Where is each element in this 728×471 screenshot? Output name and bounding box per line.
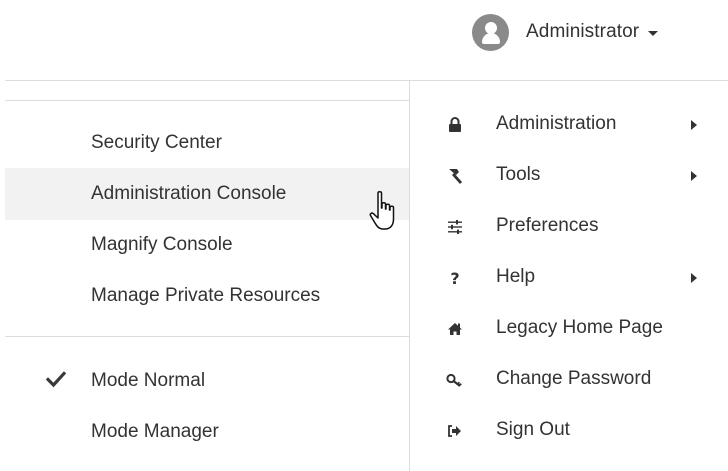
menu-item-change-password[interactable]: Change Password	[410, 355, 728, 407]
menu-item-sign-out[interactable]: Sign Out	[410, 406, 728, 458]
hammer-icon	[443, 164, 467, 188]
question-icon: ?	[450, 268, 460, 288]
key-icon	[443, 368, 467, 392]
lock-icon	[443, 113, 467, 137]
user-avatar-icon	[472, 13, 509, 51]
chevron-right-icon	[691, 171, 697, 181]
menu-item-label: Administration	[496, 113, 617, 134]
menu-item-label: Preferences	[496, 215, 599, 236]
sliders-icon	[443, 215, 467, 239]
submenu-item-security-center[interactable]: Security Center	[5, 117, 409, 169]
administration-submenu: Security Center Administration Console M…	[5, 100, 409, 471]
submenu-item-administration-console[interactable]: Administration Console	[5, 168, 409, 220]
submenu-item-label: Administration Console	[91, 183, 287, 204]
chevron-right-icon	[691, 120, 697, 130]
caret-down-icon	[648, 30, 659, 36]
submenu-item-mode-normal[interactable]: Mode Normal	[5, 355, 409, 407]
submenu-item-label: Manage Private Resources	[91, 285, 321, 306]
submenu-item-magnify-console[interactable]: Magnify Console	[5, 219, 409, 271]
submenu-item-mode-manager[interactable]: Mode Manager	[5, 406, 409, 458]
user-name: Administrator	[526, 21, 640, 42]
menu-item-label: Tools	[496, 164, 541, 185]
sign-out-icon	[443, 419, 467, 443]
submenu-item-label: Mode Normal	[91, 370, 206, 391]
menu-item-label: Change Password	[496, 368, 652, 389]
user-menu-toggle[interactable]: Administrator	[466, 8, 716, 56]
chevron-right-icon	[691, 273, 697, 283]
menu-item-label: Help	[496, 266, 536, 287]
menu-item-preferences[interactable]: Preferences	[410, 202, 728, 254]
menu-item-administration[interactable]: Administration	[410, 100, 728, 152]
home-icon	[443, 317, 467, 341]
submenu-item-label: Magnify Console	[91, 234, 233, 255]
checkmark-icon	[46, 371, 66, 388]
menu-item-legacy-home-page[interactable]: Legacy Home Page	[410, 304, 728, 356]
menu-item-help[interactable]: ? Help	[410, 253, 728, 305]
submenu-item-manage-private-resources[interactable]: Manage Private Resources	[5, 270, 409, 322]
submenu-item-label: Security Center	[91, 132, 222, 153]
submenu-item-label: Mode Manager	[91, 421, 219, 442]
hand-pointer-cursor-icon	[369, 190, 395, 230]
user-dropdown-menu: Administration Tools Preferences ? Help …	[409, 81, 728, 471]
menu-item-label: Sign Out	[496, 419, 570, 440]
menu-item-tools[interactable]: Tools	[410, 151, 728, 203]
menu-item-label: Legacy Home Page	[496, 317, 663, 338]
submenu-divider	[5, 336, 409, 337]
